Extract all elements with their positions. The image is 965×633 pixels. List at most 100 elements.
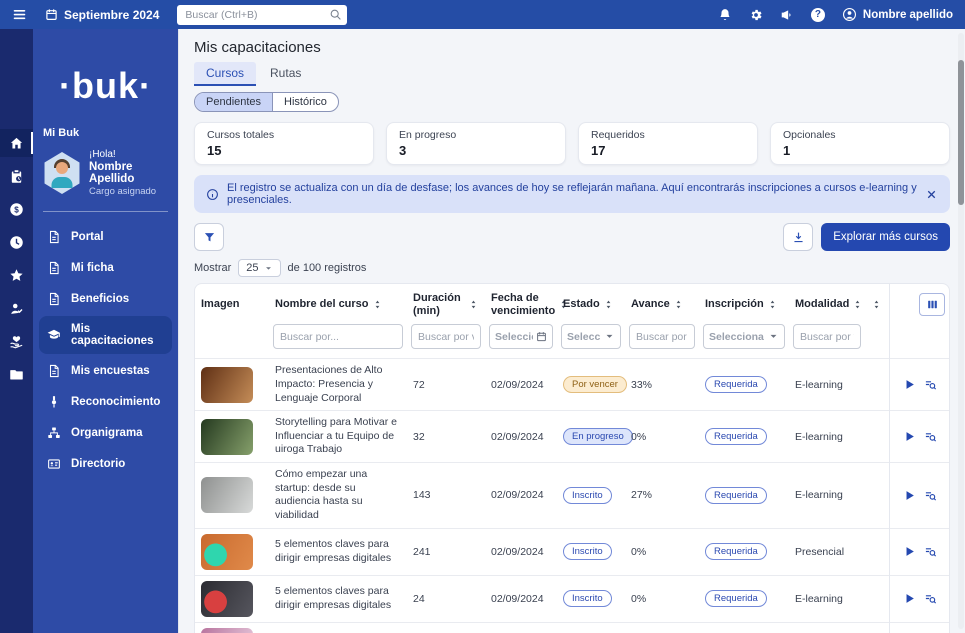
sidebar-item-label: Portal <box>71 231 104 243</box>
sidebar-item-portal[interactable]: Portal <box>39 223 172 251</box>
column-header-fecha-de-vencimiento: Fecha de vencimiento <box>485 284 557 319</box>
user-profile[interactable]: ¡Hola! Nombre Apellido Cargo asignado <box>33 139 178 205</box>
rail-item-files-folder[interactable] <box>0 360 33 388</box>
filter-input-5[interactable] <box>629 324 695 349</box>
view-details-icon[interactable] <box>924 489 937 502</box>
scrollbar-thumb[interactable] <box>958 60 964 205</box>
sort-icon[interactable] <box>468 299 479 310</box>
filter-placeholder: Selecciona u... <box>709 331 765 343</box>
stat-label: Requeridos <box>591 129 745 141</box>
rail-item-benefits-hand-heart[interactable] <box>0 327 33 355</box>
column-header-sort <box>865 284 889 319</box>
sidebar-item-mi-ficha[interactable]: Mi ficha <box>39 254 172 282</box>
rail-item-home[interactable] <box>0 129 33 157</box>
chevron-down-icon <box>768 331 779 342</box>
column-label: Fecha de vencimiento <box>491 292 555 317</box>
course-table-body: Presentaciones de Alto Impacto: Presenci… <box>195 359 950 633</box>
filter-input-7[interactable] <box>793 324 861 349</box>
user-menu[interactable]: Nombre apellido <box>842 7 953 22</box>
filter-select-6[interactable]: Selecciona u... <box>703 324 785 349</box>
history-clock-icon <box>9 235 24 250</box>
play-icon[interactable] <box>903 489 916 502</box>
recognition-medal-icon <box>47 395 61 409</box>
settings-gear-icon[interactable] <box>749 8 763 22</box>
columns-toggle-button[interactable] <box>919 293 945 316</box>
course-duration: 241 <box>407 528 485 575</box>
table-controls: Explorar más cursos <box>194 223 950 251</box>
course-progress: 0% <box>625 575 699 622</box>
records-label: de 100 registros <box>288 262 367 274</box>
sidebar-item-organigrama[interactable]: Organigrama <box>39 419 172 447</box>
course-modality: E-learning <box>789 622 865 633</box>
sort-icon[interactable] <box>603 299 614 310</box>
filter-button[interactable] <box>194 223 224 251</box>
column-header-inscripci-n: Inscripción <box>699 284 789 319</box>
course-row: 5 elementos claves para dirigir empresas… <box>195 528 950 575</box>
course-name: 5 elementos claves para dirigir empresas… <box>275 585 401 612</box>
explore-courses-button[interactable]: Explorar más cursos <box>821 223 950 251</box>
close-icon[interactable] <box>925 188 938 201</box>
stat-value: 17 <box>591 143 745 158</box>
sidebar-item-beneficios[interactable]: Beneficios <box>39 285 172 313</box>
play-icon[interactable] <box>903 592 916 605</box>
filter-input-2[interactable] <box>411 324 481 349</box>
course-row: Cómo empezar una startup: desde su audie… <box>195 463 950 529</box>
chevron-down-icon <box>604 331 615 342</box>
sidebar-item-mis-encuestas[interactable]: Mis encuestas <box>39 357 172 385</box>
tab-cursos[interactable]: Cursos <box>194 62 256 86</box>
row-actions <box>896 545 946 558</box>
tasks-clipboard-icon <box>9 169 24 184</box>
page-size-select[interactable]: 25 <box>238 259 280 277</box>
sidebar-item-label: Organigrama <box>71 427 143 439</box>
course-thumbnail <box>201 628 253 633</box>
rail-item-favorites-star[interactable] <box>0 261 33 289</box>
filter-datepicker-3[interactable]: Seleccio... <box>489 324 553 349</box>
view-details-icon[interactable] <box>924 592 937 605</box>
download-button[interactable] <box>783 223 813 251</box>
sort-icon[interactable] <box>372 299 383 310</box>
play-icon[interactable] <box>903 545 916 558</box>
course-name: Presentaciones de Alto Impacto: Presenci… <box>275 364 401 405</box>
course-progress: 77% <box>625 622 699 633</box>
play-icon[interactable] <box>903 430 916 443</box>
pagination: Mostrar 25 de 100 registros <box>194 259 950 277</box>
buk-logo: ·buk· <box>33 65 178 107</box>
sort-icon[interactable] <box>852 299 863 310</box>
enrollment-badge: Requerida <box>705 428 767 445</box>
enrollment-badge: Requerida <box>705 487 767 504</box>
sidebar-item-mis-capacitaciones[interactable]: Mis capacitaciones <box>39 316 172 354</box>
sidebar-item-label: Mi ficha <box>71 262 114 274</box>
search-input[interactable] <box>177 5 347 25</box>
tab-rutas[interactable]: Rutas <box>258 62 313 86</box>
info-icon <box>206 188 219 201</box>
rail-item-payments-dollar[interactable]: $ <box>0 195 33 223</box>
sort-icon[interactable] <box>871 299 882 310</box>
column-label: Imagen <box>201 298 240 311</box>
notifications-bell-icon[interactable] <box>718 8 732 22</box>
column-label: Modalidad <box>795 298 849 311</box>
toggle-pendientes[interactable]: Pendientes <box>195 93 272 111</box>
play-icon[interactable] <box>903 378 916 391</box>
rail-item-talent-person[interactable] <box>0 294 33 322</box>
announcements-megaphone-icon[interactable] <box>780 8 794 22</box>
course-due-date: 02/09/2024 <box>485 463 557 529</box>
view-details-icon[interactable] <box>924 378 937 391</box>
sort-icon[interactable] <box>767 299 778 310</box>
view-details-icon[interactable] <box>924 430 937 443</box>
sidebar-item-reconocimiento[interactable]: Reconocimiento <box>39 388 172 416</box>
toggle-histórico[interactable]: Histórico <box>272 93 338 111</box>
sort-icon[interactable] <box>673 299 684 310</box>
filter-select-4[interactable]: Seleccio... <box>561 324 621 349</box>
show-label: Mostrar <box>194 262 231 274</box>
course-due-date: 02/09/2024 <box>485 411 557 463</box>
scrollbar-track[interactable] <box>958 33 964 629</box>
view-details-icon[interactable] <box>924 545 937 558</box>
rail-item-history-clock[interactable] <box>0 228 33 256</box>
sidebar-item-directorio[interactable]: Directorio <box>39 450 172 478</box>
hamburger-menu-icon[interactable] <box>12 7 27 22</box>
column-label: Duración (min) <box>413 292 465 317</box>
help-icon[interactable]: ? <box>811 8 825 22</box>
period-label[interactable]: Septiembre 2024 <box>64 8 159 22</box>
filter-input-1[interactable] <box>273 324 403 349</box>
rail-item-tasks-clipboard[interactable] <box>0 162 33 190</box>
